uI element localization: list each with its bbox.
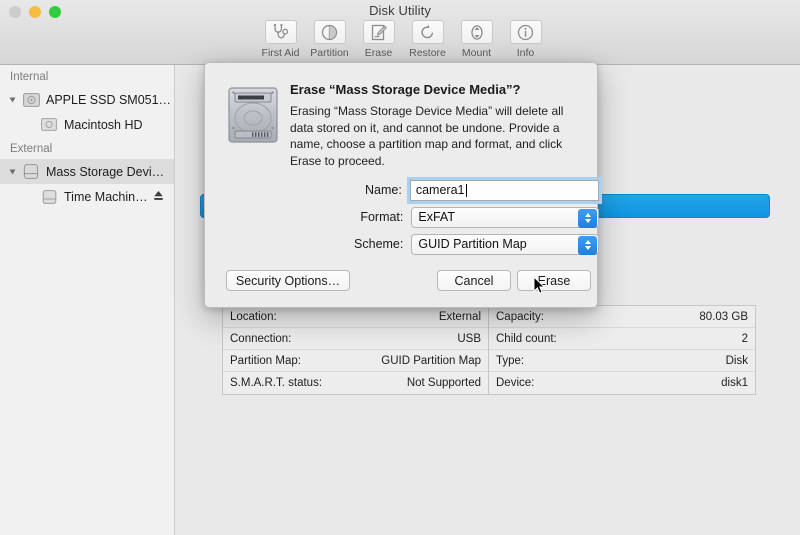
mount-disk-icon (460, 20, 493, 44)
toolbar-item-erase[interactable]: Erase (354, 20, 403, 59)
scheme-field-label: Scheme: (354, 237, 404, 251)
erase-dialog: Erase “Mass Storage Device Media”? Erasi… (204, 62, 603, 308)
toolbar-item-label: Erase (364, 47, 393, 59)
pie-chart-icon (313, 20, 346, 44)
name-input-value: camera1 (415, 183, 465, 197)
sidebar-item-apple-ssd[interactable]: APPLE SSD SM051… (0, 87, 174, 112)
scheme-select-value: GUID Partition Map (418, 237, 527, 251)
sidebar-item-label: Time Machin… (64, 189, 148, 204)
info-key: Partition Map: (230, 354, 301, 367)
info-column-right: Capacity: 80.03 GB Child count: 2 Type: … (489, 306, 755, 394)
sidebar-item-label: Mass Storage Devi… (46, 164, 165, 179)
info-key: Capacity: (496, 310, 544, 323)
table-row: Device: disk1 (489, 372, 755, 394)
info-value: disk1 (721, 377, 748, 389)
info-key: S.M.A.R.T. status: (230, 377, 323, 389)
window-titlebar: Disk Utility First Aid Partition Erase R… (0, 0, 800, 65)
format-select-value: ExFAT (418, 210, 455, 224)
stethoscope-icon (264, 20, 297, 44)
table-row: Child count: 2 (489, 328, 755, 350)
info-value: Disk (725, 354, 748, 367)
sidebar-item-mass-storage-device[interactable]: Mass Storage Devi… (0, 159, 174, 184)
info-key: Type: (496, 354, 525, 367)
page-title: Disk Utility (369, 3, 431, 18)
toolbar-item-label: Restore (409, 47, 446, 59)
dialog-message: Erasing “Mass Storage Device Media” will… (290, 104, 564, 168)
text-caret (465, 183, 467, 197)
disclosure-triangle-icon[interactable] (4, 169, 20, 175)
info-value: GUID Partition Map (381, 354, 481, 367)
cancel-button[interactable]: Cancel (437, 270, 511, 291)
info-value: 80.03 GB (699, 310, 748, 323)
table-row: Type: Disk (489, 350, 755, 372)
volume-icon (38, 118, 60, 131)
name-field-label: Name: (365, 183, 402, 197)
dialog-title: Erase “Mass Storage Device Media”? (290, 82, 521, 97)
disk-utility-window: Disk Utility First Aid Partition Erase R… (0, 0, 800, 535)
toolbar-item-label: Info (516, 47, 535, 59)
toolbar-item-label: First Aid (261, 47, 300, 59)
erase-button[interactable]: Erase (517, 270, 591, 291)
table-row: S.M.A.R.T. status: Not Supported (223, 372, 488, 394)
info-key: Location: (230, 310, 277, 323)
name-input[interactable]: camera1 (406, 176, 603, 204)
sidebar-item-time-machine[interactable]: Time Machin… (0, 184, 174, 209)
eject-icon[interactable] (153, 190, 164, 205)
format-field-row: Format: ExFAT (205, 206, 599, 228)
internal-disk-icon (20, 92, 42, 107)
chevron-updown-icon[interactable] (578, 208, 597, 228)
sidebar-group-internal-label: Internal (10, 71, 49, 83)
disk-info-table: Location: External Connection: USB Parti… (222, 305, 756, 395)
name-field-row: Name: camera1 (205, 176, 603, 204)
chevron-updown-icon[interactable] (578, 235, 597, 255)
format-select[interactable]: ExFAT (411, 206, 599, 228)
table-row: Capacity: 80.03 GB (489, 306, 755, 328)
toolbar-item-restore[interactable]: Restore (403, 20, 452, 59)
format-field-label: Format: (360, 210, 404, 224)
toolbar-item-label: Partition (310, 47, 349, 59)
info-key: Connection: (230, 332, 292, 345)
table-row: Location: External (223, 306, 488, 328)
scheme-field-row: Scheme: GUID Partition Map (205, 233, 599, 255)
toolbar-item-first-aid[interactable]: First Aid (256, 20, 305, 59)
info-key: Device: (496, 377, 535, 389)
disclosure-triangle-icon[interactable] (4, 97, 20, 103)
sidebar-item-label: Macintosh HD (64, 117, 143, 132)
info-key: Child count: (496, 332, 557, 345)
toolbar-item-label: Mount (461, 47, 492, 59)
hard-drive-icon (222, 84, 284, 146)
toolbar-item-info[interactable]: Info (501, 20, 550, 59)
external-volume-icon (38, 189, 60, 204)
info-value: Not Supported (406, 377, 481, 389)
sidebar: Internal APPLE SSD SM051… Macintosh HD E… (0, 65, 175, 535)
sidebar-group-external-label: External (10, 143, 53, 155)
info-circle-icon (509, 20, 542, 44)
sidebar-item-label: APPLE SSD SM051… (46, 92, 172, 107)
info-value: 2 (741, 332, 748, 345)
external-disk-icon (20, 164, 42, 179)
toolbar-item-mount[interactable]: Mount (452, 20, 501, 59)
toolbar-item-partition[interactable]: Partition (305, 20, 354, 59)
info-column-left: Location: External Connection: USB Parti… (223, 306, 489, 394)
table-row: Connection: USB (223, 328, 488, 350)
scheme-select[interactable]: GUID Partition Map (411, 233, 599, 255)
sidebar-item-macintosh-hd[interactable]: Macintosh HD (0, 112, 174, 137)
table-row: Partition Map: GUID Partition Map (223, 350, 488, 372)
toolbar: First Aid Partition Erase Restore Mount … (256, 20, 550, 59)
restore-arrow-icon (411, 20, 444, 44)
info-value: External (438, 310, 481, 323)
info-value: USB (457, 332, 481, 345)
erase-document-icon (362, 20, 395, 44)
security-options-button[interactable]: Security Options… (226, 270, 350, 291)
